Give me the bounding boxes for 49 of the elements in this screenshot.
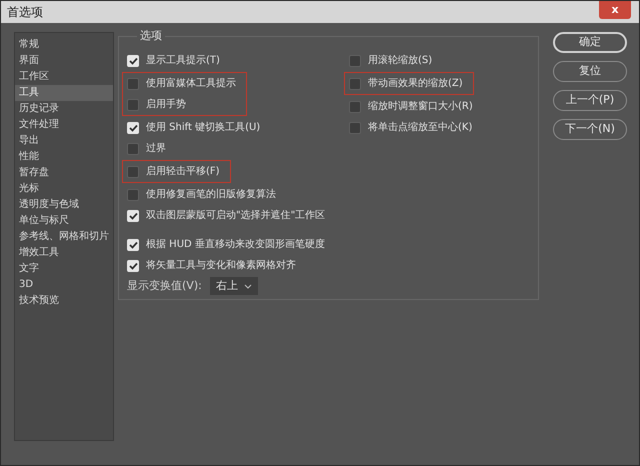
- sidebar-item[interactable]: 单位与标尺: [15, 213, 113, 229]
- option-label: 根据 HUD 垂直移动来改变圆形画笔硬度: [146, 238, 325, 252]
- sidebar-item[interactable]: 透明度与色域: [15, 197, 113, 213]
- dialog-button[interactable]: 下一个(N): [553, 119, 627, 140]
- checkbox[interactable]: [127, 142, 139, 154]
- sidebar-item[interactable]: 历史记录: [15, 101, 113, 117]
- dialog-button[interactable]: 上一个(P): [553, 90, 627, 111]
- sidebar-item[interactable]: 暂存盘: [15, 165, 113, 181]
- checkbox[interactable]: [127, 98, 139, 110]
- sidebar-item[interactable]: 光标: [15, 181, 113, 197]
- close-button[interactable]: x: [599, 1, 631, 19]
- chevron-icon: [244, 284, 252, 288]
- sidebar-item[interactable]: 界面: [15, 53, 113, 69]
- option-label: 启用手势: [146, 98, 186, 112]
- sidebar-item[interactable]: 性能: [15, 149, 113, 165]
- sidebar-item[interactable]: 导出: [15, 133, 113, 149]
- sidebar-item[interactable]: 技术预览: [15, 293, 113, 309]
- sidebar-item[interactable]: 增效工具: [15, 245, 113, 261]
- option-label: 将矢量工具与变化和像素网格对齐: [146, 258, 296, 273]
- checkbox[interactable]: [127, 166, 139, 178]
- option-label: 将单击点缩放至中心(K): [368, 120, 472, 135]
- sidebar-item[interactable]: 工具: [15, 85, 113, 101]
- option-label: 使用富媒体工具提示: [146, 76, 236, 91]
- option-label: 缩放时调整窗口大小(R): [368, 100, 473, 114]
- transform-dropdown[interactable]: 右上: [210, 277, 258, 295]
- window-title: 首选项: [7, 4, 43, 21]
- option-label: 带动画效果的缩放(Z): [368, 76, 463, 91]
- checkbox[interactable]: [349, 78, 361, 90]
- checkbox[interactable]: [349, 54, 361, 66]
- dialog-button[interactable]: 复位: [553, 61, 627, 82]
- sidebar-item[interactable]: 常规: [15, 37, 113, 53]
- dialog-button[interactable]: 确定: [553, 32, 627, 53]
- option-label: 过界: [146, 142, 166, 156]
- option-label: 使用修复画笔的旧版修复算法: [146, 188, 276, 202]
- checkbox[interactable]: [349, 122, 361, 134]
- option-label: 启用轻击平移(F): [146, 164, 220, 179]
- checkbox[interactable]: [349, 100, 361, 112]
- sidebar-item[interactable]: 文字: [15, 261, 113, 277]
- option-label: 双击图层蒙版可启动"选择并遮住"工作区: [146, 208, 326, 223]
- checkbox[interactable]: [127, 188, 139, 200]
- option-label: 显示工具提示(T): [146, 54, 220, 68]
- sidebar-item[interactable]: 文件处理: [15, 117, 113, 133]
- checkbox[interactable]: [127, 78, 139, 90]
- option-label: 使用 Shift 键切换工具(U): [146, 120, 260, 135]
- sidebar-item[interactable]: 工作区: [15, 69, 113, 85]
- sidebar-item[interactable]: 参考线、网格和切片: [15, 229, 113, 245]
- option-label: 用滚轮缩放(S): [368, 54, 432, 68]
- sidebar-item[interactable]: 3D: [15, 277, 113, 293]
- field-label: 显示变换值(V):: [127, 278, 202, 294]
